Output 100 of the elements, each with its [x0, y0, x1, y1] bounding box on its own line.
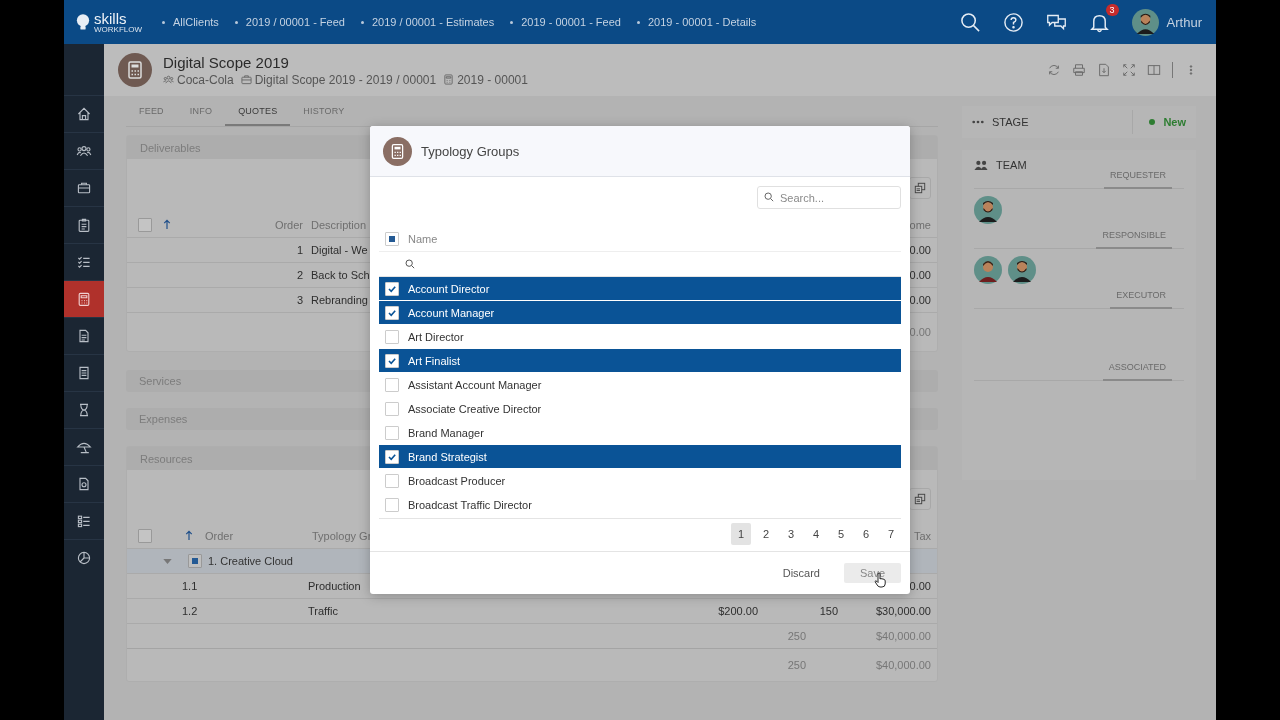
list-row[interactable]: Account Director [379, 277, 901, 300]
calculator-avatar-icon [383, 136, 412, 166]
page-title: Digital Scope 2019 [163, 53, 290, 71]
avatar [1008, 256, 1036, 284]
list-row[interactable]: Account Manager [379, 301, 901, 324]
home-icon[interactable] [76, 106, 92, 122]
page-button[interactable]: 7 [881, 523, 901, 545]
total-cell-text: $40,000.00 [875, 630, 932, 642]
briefcase-icon [240, 74, 252, 85]
stage-label: STAGE [992, 116, 1030, 128]
breadcrumb-link[interactable]: 2019 - 00001 - Feed [521, 16, 621, 28]
total-cell-text: 250 [786, 630, 806, 642]
calculator-icon[interactable] [76, 291, 92, 307]
select-all-checkbox[interactable] [385, 232, 399, 246]
more-icon[interactable] [972, 120, 984, 124]
table-cell-text: 0.00 [909, 580, 932, 592]
report-icon[interactable] [76, 476, 92, 492]
list-row[interactable]: Broadcast Producer [379, 469, 901, 492]
breadcrumb-link[interactable]: 2019 / 00001 - Estimates [371, 16, 495, 28]
table-cell-text: 1.2 [182, 605, 199, 617]
clipboard-icon[interactable] [76, 217, 92, 233]
user-name[interactable]: Arthur [1166, 14, 1202, 30]
logo-tagline: WORKFLOW [94, 25, 142, 34]
group-label: 1. Creative Cloud [208, 555, 293, 567]
discard-button[interactable]: Discard [772, 563, 830, 583]
row-label: Brand Strategist [408, 450, 487, 463]
sidebar-item[interactable] [64, 280, 104, 317]
table-cell-text: 3 [295, 294, 303, 306]
checkbox[interactable] [385, 449, 399, 464]
table-cell-text: 0.00 [909, 244, 932, 256]
breadcrumb-link[interactable]: AllClients [173, 16, 219, 28]
document-icon[interactable] [76, 328, 92, 344]
checkmark-icon [387, 307, 397, 318]
checkbox[interactable] [385, 497, 399, 512]
checkbox[interactable] [138, 218, 152, 232]
table-cell-text: Production [308, 580, 362, 592]
column-header[interactable]: Name [408, 233, 438, 245]
list-row[interactable]: Assistant Account Manager [379, 373, 901, 396]
save-button[interactable]: Save [844, 563, 901, 583]
page-button[interactable]: 6 [856, 523, 876, 545]
total-cell-text: $40,000.00 [875, 659, 932, 671]
checkbox[interactable] [385, 305, 399, 320]
print-icon[interactable] [1072, 63, 1086, 77]
logo-name: skills [94, 10, 128, 26]
table-cell-text: 0.00 [909, 294, 932, 306]
sort-arrow-icon[interactable] [163, 218, 171, 230]
table-cell-text: Back to Sch [310, 269, 371, 281]
list-row[interactable]: Brand Strategist [379, 445, 901, 468]
breadcrumb-link[interactable]: 2019 - 00001 - Details [647, 16, 757, 28]
checkmark-icon [387, 451, 397, 462]
help-icon[interactable] [1002, 11, 1024, 33]
list-icon[interactable] [76, 513, 92, 529]
page-button[interactable]: 2 [756, 523, 776, 545]
checkbox[interactable] [385, 281, 399, 296]
checkbox[interactable] [138, 529, 152, 543]
table-cell-text: 2 [295, 269, 303, 281]
page-button[interactable]: 4 [806, 523, 826, 545]
calculator-avatar-icon [118, 53, 152, 87]
copy-icon [914, 182, 926, 194]
list-row[interactable]: Broadcast Traffic Director [379, 493, 901, 516]
avatar [974, 196, 1002, 224]
sort-arrow-icon[interactable] [185, 529, 193, 541]
list-row[interactable]: Art Finalist [379, 349, 901, 372]
checklist-icon[interactable] [76, 254, 92, 270]
search-icon[interactable] [959, 11, 981, 33]
table-cell-text: 1.1 [182, 580, 199, 592]
checkbox[interactable] [385, 377, 399, 392]
list-row[interactable]: Associate Creative Director [379, 397, 901, 420]
list-row[interactable]: Art Director [379, 325, 901, 348]
checkbox[interactable] [188, 554, 202, 568]
tab[interactable]: QUOTES [225, 96, 291, 126]
status-text: New [1163, 116, 1186, 128]
page-button[interactable]: 5 [831, 523, 851, 545]
list-row[interactable]: Brand Manager [379, 421, 901, 444]
table-cell-text: Rebranding [310, 294, 369, 306]
search-field[interactable]: Search... [757, 186, 901, 209]
page-button[interactable]: 1 [731, 523, 751, 545]
row-label: Brand Manager [408, 426, 484, 439]
table-cell-text: 0.00 [909, 269, 932, 281]
table-cell: $200.00 [718, 605, 758, 617]
chart-icon[interactable] [76, 550, 92, 566]
search-icon[interactable] [405, 259, 415, 269]
notification-badge: 3 [1105, 3, 1119, 16]
checkbox[interactable] [385, 353, 399, 368]
checkbox[interactable] [385, 401, 399, 416]
meta-text: Digital Scope 2019 - 2019 / 00001 [254, 72, 437, 87]
checkbox[interactable] [385, 425, 399, 440]
page-button[interactable]: 3 [781, 523, 801, 545]
briefcase-icon[interactable] [76, 180, 92, 196]
table-cell-text: $30,000.00 [875, 605, 932, 617]
people-icon [163, 74, 174, 85]
expand-icon[interactable] [1122, 63, 1136, 77]
checkmark-icon [387, 355, 397, 366]
breadcrumb-link[interactable]: 2019 / 00001 - Feed [245, 16, 345, 28]
team-icon[interactable] [76, 143, 92, 159]
invoice-icon[interactable] [76, 365, 92, 381]
checkbox[interactable] [385, 329, 399, 344]
row-label: Account Director [408, 282, 490, 295]
checkbox[interactable] [385, 473, 399, 488]
table-cell: 150 [819, 605, 838, 617]
